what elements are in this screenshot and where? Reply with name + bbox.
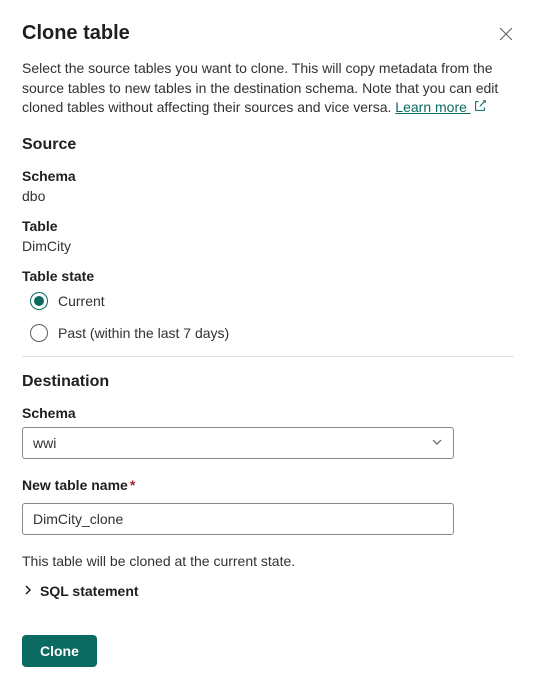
close-button[interactable] xyxy=(498,26,514,42)
radio-current[interactable]: Current xyxy=(30,292,514,310)
radio-past-label: Past (within the last 7 days) xyxy=(58,325,229,341)
radio-current-label: Current xyxy=(58,293,105,309)
table-state-label: Table state xyxy=(22,268,514,284)
radio-icon-unselected xyxy=(30,324,48,342)
dest-schema-label: Schema xyxy=(22,405,514,421)
dialog-description: Select the source tables you want to clo… xyxy=(22,59,514,118)
dialog-title: Clone table xyxy=(22,22,130,45)
chevron-down-icon xyxy=(431,435,443,451)
external-link-icon xyxy=(473,99,487,119)
section-divider xyxy=(22,356,514,357)
source-schema-value: dbo xyxy=(22,188,514,204)
source-schema-label: Schema xyxy=(22,168,514,184)
source-table-label: Table xyxy=(22,218,514,234)
clone-hint: This table will be cloned at the current… xyxy=(22,553,514,569)
close-icon xyxy=(499,27,513,41)
learn-more-link[interactable]: Learn more xyxy=(395,99,470,115)
new-table-name-input[interactable] xyxy=(22,503,454,535)
chevron-right-icon xyxy=(22,583,34,599)
radio-past[interactable]: Past (within the last 7 days) xyxy=(30,324,514,342)
sql-statement-label: SQL statement xyxy=(40,583,139,599)
clone-button[interactable]: Clone xyxy=(22,635,97,667)
dest-schema-select[interactable]: wwi xyxy=(22,427,454,459)
destination-heading: Destination xyxy=(22,373,514,391)
source-heading: Source xyxy=(22,136,514,154)
dest-schema-value: wwi xyxy=(33,435,56,451)
new-table-name-label: New table name* xyxy=(22,477,514,493)
radio-icon-selected xyxy=(30,292,48,310)
required-indicator: * xyxy=(130,477,135,493)
sql-statement-expander[interactable]: SQL statement xyxy=(22,583,514,599)
source-table-value: DimCity xyxy=(22,238,514,254)
